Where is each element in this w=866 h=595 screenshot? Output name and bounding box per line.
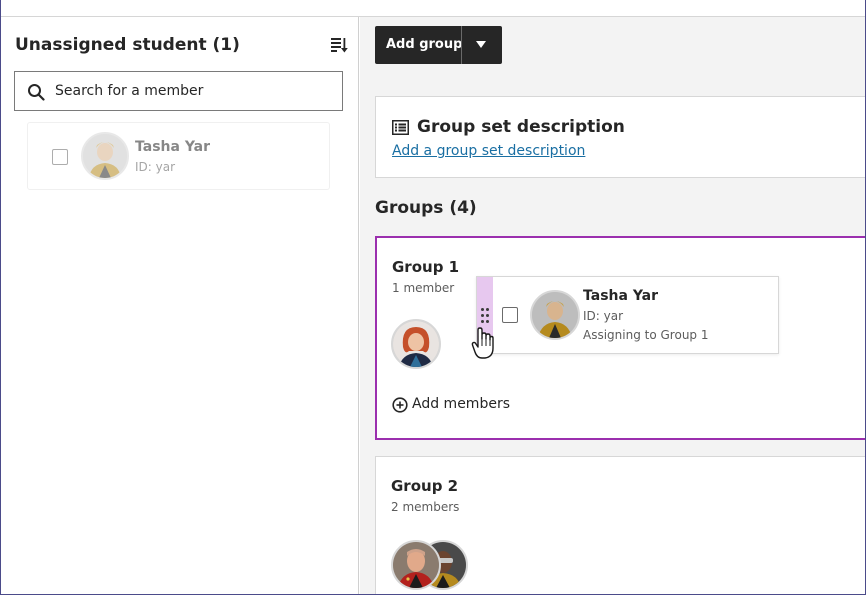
member-count: 2 members: [391, 500, 460, 514]
student-checkbox[interactable]: [52, 149, 68, 165]
assignment-status: Assigning to Group 1: [583, 328, 709, 342]
groups-heading: Groups (4): [375, 198, 477, 218]
avatar: [530, 290, 580, 340]
add-group-label: Add group: [386, 37, 463, 52]
member-search[interactable]: Search for a member: [14, 71, 343, 111]
sort-descending-icon[interactable]: [330, 36, 348, 54]
top-bar: [1, 0, 865, 17]
add-circle-icon: [392, 397, 408, 413]
add-group-button[interactable]: Add group: [375, 26, 502, 64]
unassigned-title: Unassigned student (1): [15, 35, 240, 55]
search-icon: [28, 84, 45, 101]
button-divider: [461, 26, 462, 64]
avatar: [81, 132, 129, 180]
group-set-description-card: Group set description Add a group set de…: [375, 96, 865, 178]
caret-down-icon[interactable]: [476, 41, 486, 48]
unassigned-panel: Unassigned student (1) Search for a memb…: [1, 17, 359, 594]
avatar: [391, 319, 441, 369]
student-card[interactable]: Tasha Yar ID: yar: [27, 122, 330, 190]
group-name: Group 2: [391, 477, 459, 495]
avatar: [391, 540, 441, 590]
student-checkbox[interactable]: [502, 307, 518, 323]
student-id: ID: yar: [135, 160, 176, 174]
app-window: Unassigned student (1) Search for a memb…: [0, 0, 866, 595]
dragging-student-card[interactable]: Tasha Yar ID: yar Assigning to Group 1: [476, 276, 779, 354]
student-id: ID: yar: [583, 309, 624, 323]
search-input[interactable]: Search for a member: [55, 83, 203, 99]
add-description-link[interactable]: Add a group set description: [392, 143, 585, 159]
group-name: Group 1: [392, 258, 460, 276]
description-title: Group set description: [417, 117, 625, 137]
group-card-2[interactable]: Group 2 2 members: [375, 456, 865, 594]
student-name: Tasha Yar: [583, 288, 659, 304]
student-name: Tasha Yar: [135, 139, 211, 155]
add-members-label: Add members: [412, 396, 510, 412]
list-icon: [392, 120, 409, 135]
grab-hand-icon: [471, 327, 494, 359]
member-count: 1 member: [392, 281, 455, 295]
